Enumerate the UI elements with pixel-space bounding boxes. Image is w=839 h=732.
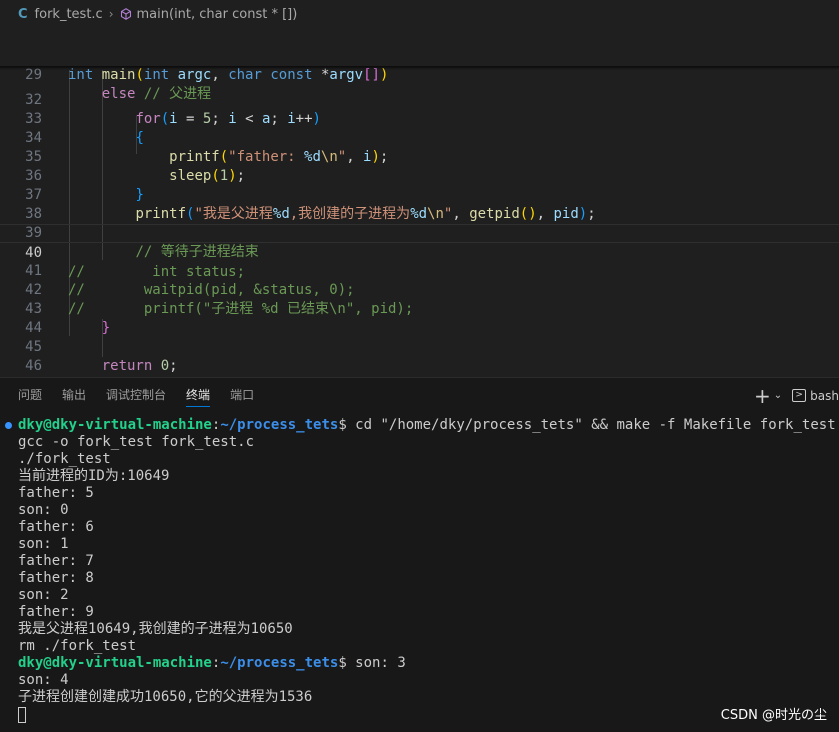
terminal-output-line: 当前进程的ID为:10649 — [18, 468, 170, 484]
tab-output[interactable]: 输出 — [62, 378, 86, 413]
code-line[interactable]: 42 // printf("子进程 %d 已结束\n", pid); — [0, 262, 839, 317]
code-editor[interactable]: 7 int main(int argc, char const *argv[])… — [0, 28, 839, 377]
breadcrumb-symbol[interactable]: main(int, char const * []) — [137, 7, 298, 22]
terminal-output-line: rm ./fork_test — [18, 638, 137, 654]
terminal-output-line: 我是父进程10649,我创建的子进程为10650 — [18, 621, 293, 637]
chevron-right-icon: › — [108, 7, 114, 21]
terminal-cursor — [18, 707, 26, 723]
tab-terminal[interactable]: 终端 — [186, 378, 211, 413]
c-file-icon: C — [18, 6, 28, 22]
tab-ports[interactable]: 端口 — [230, 378, 254, 413]
panel-actions: + ⌄ > bash — [754, 378, 839, 413]
sticky-line[interactable]: 29 else // 父进程 — [0, 47, 839, 102]
breadcrumb: C fork_test.c › main(int, char const * [… — [0, 0, 839, 28]
code-line[interactable]: 45 return 0; — [0, 319, 839, 374]
terminal-output-line: father: 7 — [18, 553, 94, 569]
cube-icon — [120, 8, 131, 20]
code-line[interactable]: 37 printf("我是父进程%d,我创建的子进程为%d\n", getpid… — [0, 167, 839, 222]
terminal-output-line: father: 6 — [18, 519, 94, 535]
panel-tabs: 问题 输出 调试控制台 终端 端口 — [0, 378, 839, 413]
code-line-current[interactable]: 40 // int status; — [0, 224, 839, 280]
sticky-scroll-shadow — [0, 66, 839, 70]
watermark: CSDN @时光の尘 — [720, 708, 827, 723]
terminal-output-line: son: 4 — [18, 672, 69, 688]
terminal-output-line: ./fork_test — [18, 451, 111, 467]
command-decoration-dot-icon[interactable] — [5, 422, 12, 429]
code-line[interactable]: 34 printf("father: %d\n", i); — [0, 110, 839, 165]
terminal-output-line: son: 2 — [18, 587, 69, 603]
code-line[interactable]: 43 } — [0, 281, 839, 336]
terminal-prompt-line: dky@dky-virtual-machine:~/process_tets$ … — [18, 417, 836, 433]
terminal-shell-label[interactable]: bash — [810, 389, 839, 403]
code-line[interactable]: 36 } — [0, 148, 839, 203]
breadcrumb-file[interactable]: fork_test.c — [35, 7, 103, 22]
code-line[interactable]: 46 } — [0, 338, 839, 374]
terminal-icon: > — [792, 389, 807, 402]
terminal-output-line: gcc -o fork_test fork_test.c — [18, 434, 255, 450]
code-line[interactable]: 35 sleep(1); — [0, 129, 839, 184]
code-line[interactable]: 39 // 等待子进程结束 — [0, 205, 839, 260]
terminal-output-line: 子进程创建创建成功10650,它的父进程为1536 — [18, 689, 313, 705]
new-terminal-plus-icon[interactable]: + — [754, 386, 771, 406]
bottom-panel: 问题 输出 调试控制台 终端 端口 + ⌄ > bash dky@dky-vir… — [0, 377, 839, 732]
tab-problems[interactable]: 问题 — [18, 378, 42, 413]
sticky-line[interactable]: 7 int main(int argc, char const *argv[]) — [0, 28, 839, 83]
terminal-output-line: son: 0 — [18, 502, 69, 518]
code-text: else // 父进程 — [101, 86, 212, 102]
code-line[interactable]: 38 — [0, 186, 839, 222]
terminal-output-line: father: 5 — [18, 485, 94, 501]
terminal-prompt-line: dky@dky-virtual-machine:~/process_tets$ … — [18, 655, 406, 671]
code-line[interactable]: 47 — [0, 357, 839, 376]
tab-debug-console[interactable]: 调试控制台 — [106, 378, 166, 413]
code-line[interactable]: 44 — [0, 300, 839, 336]
terminal[interactable]: dky@dky-virtual-machine:~/process_tets$ … — [0, 417, 839, 732]
terminal-output-line: father: 9 — [18, 604, 94, 620]
chevron-down-icon[interactable]: ⌄ — [774, 390, 782, 401]
code-line[interactable]: 41 // waitpid(pid, &status, 0); — [0, 243, 839, 298]
terminal-output-line: father: 8 — [18, 570, 94, 586]
terminal-output-line: son: 1 — [18, 536, 69, 552]
